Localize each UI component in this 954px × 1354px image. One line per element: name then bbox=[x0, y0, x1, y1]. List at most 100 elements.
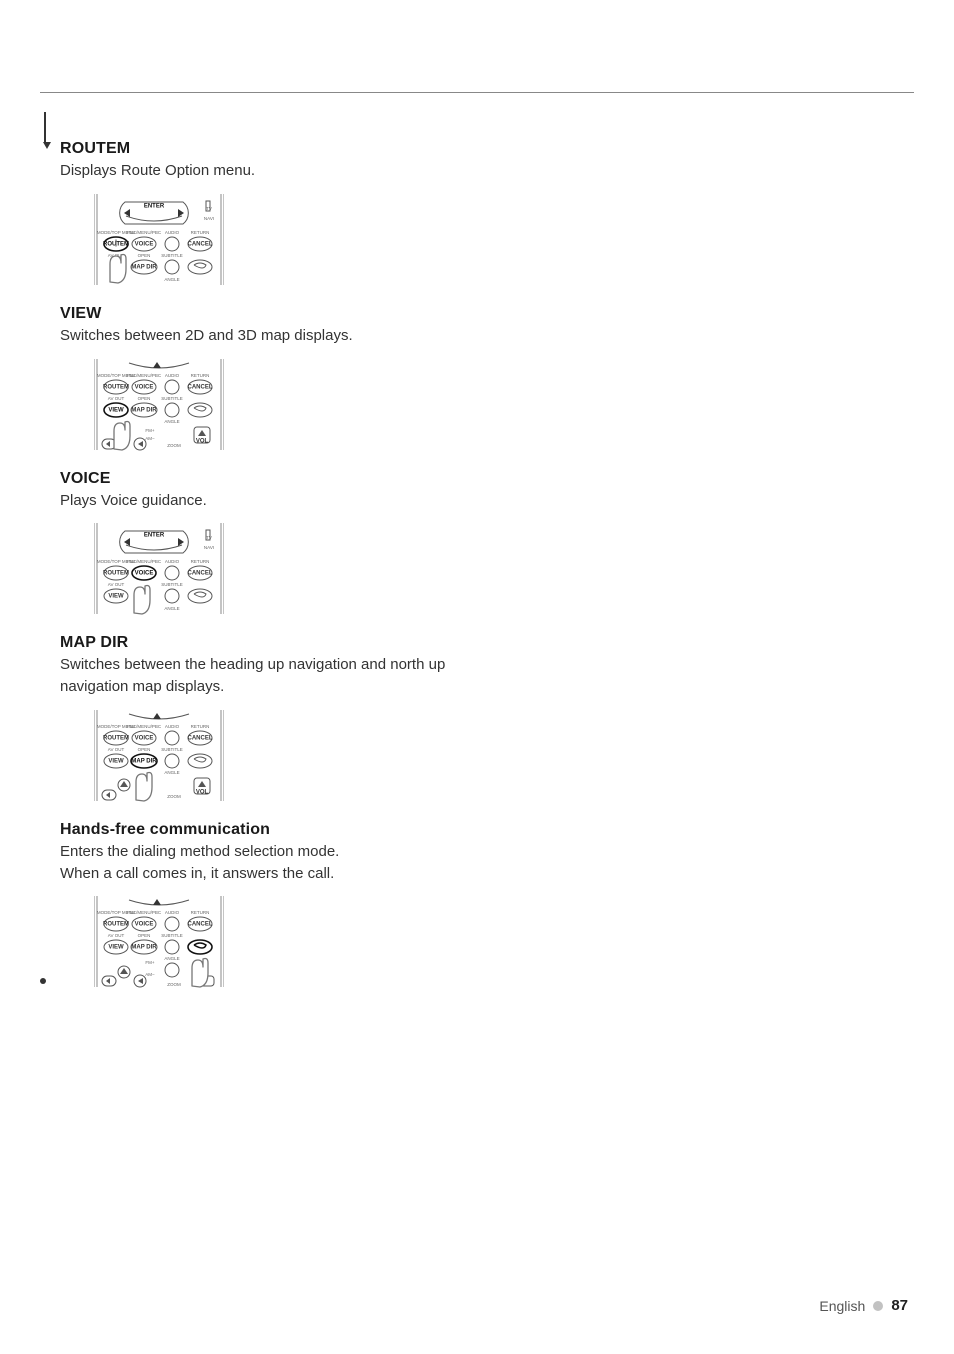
phone-handset-icon bbox=[194, 943, 206, 948]
section-desc-view: Switches between 2D and 3D map displays. bbox=[60, 325, 500, 347]
svg-text:FNC/MENU/PBC: FNC/MENU/PBC bbox=[127, 910, 162, 915]
svg-text:NAVI: NAVI bbox=[204, 545, 214, 550]
svg-text:AUDIO: AUDIO bbox=[165, 559, 180, 564]
svg-text:SUBTITLE: SUBTITLE bbox=[161, 582, 183, 587]
svg-text:FNC/MENU/PBC: FNC/MENU/PBC bbox=[127, 559, 162, 564]
svg-text:ANGLE: ANGLE bbox=[164, 606, 179, 611]
remote-diagram-view: MODE/TOP MENU FNC/MENU/PBC AUDIO RETURN … bbox=[94, 357, 500, 452]
section-title-view: VIEW bbox=[60, 305, 500, 323]
svg-text:ROUTEM: ROUTEM bbox=[103, 571, 129, 577]
svg-text:VOICE: VOICE bbox=[135, 241, 154, 247]
svg-text:AM−: AM− bbox=[145, 972, 155, 977]
svg-text:RETURN: RETURN bbox=[191, 724, 210, 729]
svg-text:OPEN: OPEN bbox=[138, 253, 151, 258]
svg-text:AV OUT: AV OUT bbox=[108, 396, 125, 401]
page-footer: English 87 bbox=[819, 1297, 908, 1314]
svg-text:AV OUT: AV OUT bbox=[108, 933, 125, 938]
svg-text:OPEN: OPEN bbox=[138, 933, 151, 938]
svg-text:AV OUT: AV OUT bbox=[108, 582, 125, 587]
svg-text:VIEW: VIEW bbox=[108, 945, 124, 951]
phone-handset-icon bbox=[194, 757, 206, 762]
pointing-hand-icon bbox=[114, 421, 130, 450]
svg-text:CANCEL: CANCEL bbox=[188, 571, 213, 577]
svg-text:RETURN: RETURN bbox=[191, 373, 210, 378]
svg-text:MAP DIR: MAP DIR bbox=[131, 264, 157, 270]
svg-text:AUDIO: AUDIO bbox=[165, 910, 180, 915]
svg-text:VOL: VOL bbox=[196, 789, 209, 795]
right-arrow-icon bbox=[178, 209, 184, 217]
svg-text:SUBTITLE: SUBTITLE bbox=[161, 396, 183, 401]
phone-handset-icon bbox=[194, 406, 206, 411]
svg-text:MAP DIR: MAP DIR bbox=[131, 945, 157, 951]
section-title-voice: VOICE bbox=[60, 470, 500, 488]
svg-text:SUBTITLE: SUBTITLE bbox=[161, 933, 183, 938]
remote-diagram-voice: ENTER TV NAVI MODE/TOP MENU FNC/MENU/PBC… bbox=[94, 521, 500, 616]
svg-text:FM+: FM+ bbox=[145, 960, 154, 965]
svg-text:MAP DIR: MAP DIR bbox=[131, 407, 157, 413]
highlight-view: VIEW bbox=[108, 407, 124, 413]
svg-text:FNC/MENU/PBC: FNC/MENU/PBC bbox=[127, 724, 162, 729]
svg-text:AV OUT: AV OUT bbox=[108, 747, 125, 752]
left-arrow-icon bbox=[124, 209, 130, 217]
svg-text:FNC/MENU/PBC: FNC/MENU/PBC bbox=[127, 373, 162, 378]
svg-text:ENTER: ENTER bbox=[144, 533, 165, 539]
svg-text:SUBTITLE: SUBTITLE bbox=[161, 253, 183, 258]
phone-handset-icon bbox=[194, 592, 206, 597]
svg-text:ZOOM: ZOOM bbox=[167, 443, 181, 448]
svg-text:CANCEL: CANCEL bbox=[188, 241, 213, 247]
svg-text:OPEN: OPEN bbox=[138, 396, 151, 401]
svg-text:AUDIO: AUDIO bbox=[165, 373, 180, 378]
svg-text:RETURN: RETURN bbox=[191, 910, 210, 915]
svg-text:CANCEL: CANCEL bbox=[188, 922, 213, 928]
svg-text:ROUTEM: ROUTEM bbox=[103, 922, 129, 928]
svg-text:RETURN: RETURN bbox=[191, 559, 210, 564]
svg-text:ZOOM: ZOOM bbox=[167, 982, 181, 987]
svg-text:ANGLE: ANGLE bbox=[164, 770, 179, 775]
section-title-routem: ROUTEM bbox=[60, 140, 500, 158]
svg-text:ANGLE: ANGLE bbox=[164, 956, 179, 961]
highlight-voice: VOICE bbox=[135, 571, 154, 577]
pointing-hand-icon bbox=[134, 586, 150, 615]
svg-text:AM−: AM− bbox=[145, 436, 155, 441]
svg-text:VOL: VOL bbox=[196, 438, 209, 444]
remote-diagram-mapdir: MODE/TOP MENU FNC/MENU/PBC AUDIO RETURN … bbox=[94, 708, 500, 803]
svg-text:ANGLE: ANGLE bbox=[164, 277, 179, 282]
section-title-mapdir: MAP DIR bbox=[60, 634, 500, 652]
label-tv: TV bbox=[206, 206, 212, 211]
svg-text:CANCEL: CANCEL bbox=[188, 384, 213, 390]
section-desc-routem: Displays Route Option menu. bbox=[60, 160, 500, 182]
svg-text:ROUTEM: ROUTEM bbox=[103, 735, 129, 741]
svg-text:FM+: FM+ bbox=[145, 428, 154, 433]
phone-handset-icon bbox=[194, 263, 206, 268]
pointing-hand-icon bbox=[192, 959, 208, 988]
svg-text:VOICE: VOICE bbox=[135, 384, 154, 390]
footer-dot-icon bbox=[873, 1301, 883, 1311]
section-title-handsfree: Hands-free communication bbox=[60, 821, 500, 839]
svg-text:AUDIO: AUDIO bbox=[165, 724, 180, 729]
down-arrow-icon bbox=[153, 362, 161, 368]
label-enter: ENTER bbox=[144, 203, 165, 209]
svg-text:VOICE: VOICE bbox=[135, 735, 154, 741]
label-navi: NAVI bbox=[204, 216, 214, 221]
svg-text:AUDIO: AUDIO bbox=[165, 230, 180, 235]
svg-text:TV: TV bbox=[206, 535, 212, 540]
svg-text:CANCEL: CANCEL bbox=[188, 735, 213, 741]
svg-text:ROUTEM: ROUTEM bbox=[103, 384, 129, 390]
svg-text:ZOOM: ZOOM bbox=[167, 794, 181, 799]
svg-text:FNC/MENU/PBC: FNC/MENU/PBC bbox=[127, 230, 162, 235]
highlight-mapdir: MAP DIR bbox=[131, 758, 157, 764]
pointing-hand-icon bbox=[136, 772, 152, 801]
remote-diagram-handsfree: MODE/TOP MENU FNC/MENU/PBC AUDIO RETURN … bbox=[94, 894, 500, 989]
footer-page-number: 87 bbox=[891, 1297, 908, 1314]
svg-text:VIEW: VIEW bbox=[108, 594, 124, 600]
footer-language: English bbox=[819, 1298, 865, 1314]
remote-diagram-routem: ENTER TV NAVI MODE/TOP MENU FNC/MENU/PBC… bbox=[94, 192, 500, 287]
section-desc-voice: Plays Voice guidance. bbox=[60, 490, 500, 512]
section-desc-handsfree: Enters the dialing method selection mode… bbox=[60, 841, 500, 885]
svg-text:RETURN: RETURN bbox=[191, 230, 210, 235]
svg-text:VIEW: VIEW bbox=[108, 758, 124, 764]
svg-text:ANGLE: ANGLE bbox=[164, 419, 179, 424]
section-desc-mapdir: Switches between the heading up navigati… bbox=[60, 654, 500, 698]
svg-text:SUBTITLE: SUBTITLE bbox=[161, 747, 183, 752]
svg-text:VOICE: VOICE bbox=[135, 922, 154, 928]
